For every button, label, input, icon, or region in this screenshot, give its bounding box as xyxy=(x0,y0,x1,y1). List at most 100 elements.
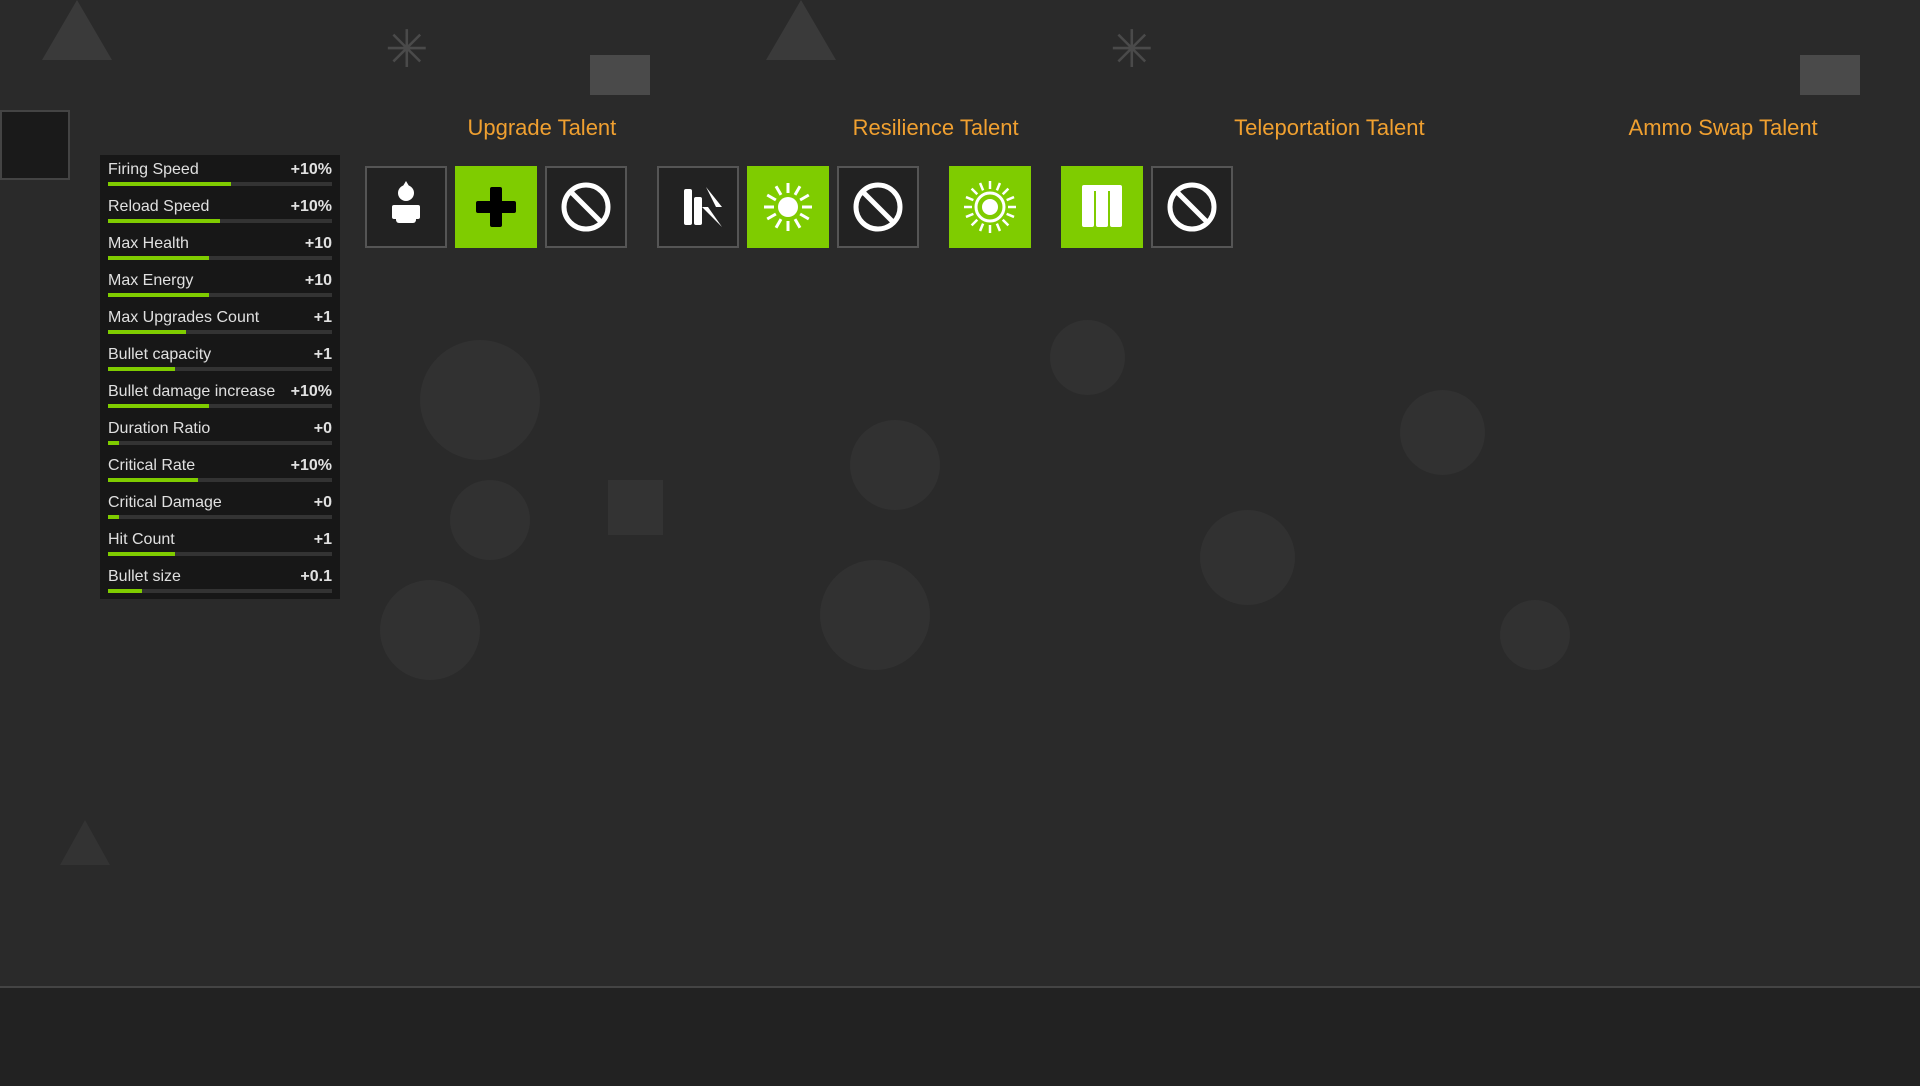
stat-name: Bullet size xyxy=(108,568,181,586)
stat-bar-container xyxy=(108,330,332,334)
circle-deco xyxy=(1050,320,1125,395)
stat-item-max-health[interactable]: Max Health +10 xyxy=(100,229,340,266)
stat-row: Critical Rate +10% xyxy=(108,457,332,475)
circle-deco xyxy=(420,340,540,460)
circle-deco xyxy=(820,560,930,670)
header xyxy=(0,0,1920,28)
circle-deco xyxy=(850,420,940,510)
stat-bar xyxy=(108,219,220,223)
stat-value: +10 xyxy=(305,272,332,290)
stat-bar xyxy=(108,552,175,556)
stat-bar xyxy=(108,256,209,260)
stat-row: Bullet size +0.1 xyxy=(108,568,332,586)
stat-name: Max Health xyxy=(108,235,189,253)
circle-deco xyxy=(450,480,530,560)
stat-bar-container xyxy=(108,404,332,408)
talent-icon-upgrade-player[interactable] xyxy=(365,166,447,248)
stat-bar xyxy=(108,589,142,593)
talent-tab-upgrade[interactable]: Upgrade Talent xyxy=(345,100,739,156)
stat-bar-container xyxy=(108,441,332,445)
stat-name: Max Energy xyxy=(108,272,193,290)
stat-name: Bullet damage increase xyxy=(108,383,275,401)
stat-row: Reload Speed +10% xyxy=(108,198,332,216)
circle-deco xyxy=(1200,510,1295,605)
stat-row: Max Upgrades Count +1 xyxy=(108,309,332,327)
circle-deco xyxy=(380,580,480,680)
stat-bar xyxy=(108,293,209,297)
stat-value: +10 xyxy=(305,235,332,253)
stat-value: +1 xyxy=(314,309,332,327)
talent-icon-resilience-burst[interactable] xyxy=(747,166,829,248)
stat-bar-container xyxy=(108,589,332,593)
stat-item-hit-count[interactable]: Hit Count +1 xyxy=(100,525,340,562)
stat-row: Max Health +10 xyxy=(108,235,332,253)
stat-name: Firing Speed xyxy=(108,161,199,179)
bottom-bar xyxy=(0,986,1920,1086)
stat-value: +10% xyxy=(291,457,332,475)
talent-group-resilience xyxy=(657,166,919,248)
circle-deco xyxy=(1400,390,1485,475)
stat-value: +0.1 xyxy=(300,568,332,586)
talent-icon-upgrade-block[interactable] xyxy=(545,166,627,248)
talent-icon-teleport-burst[interactable] xyxy=(949,166,1031,248)
stat-item-critical-rate[interactable]: Critical Rate +10% xyxy=(100,451,340,488)
talent-icon-resilience-charge[interactable] xyxy=(657,166,739,248)
talent-icon-ammo-block[interactable] xyxy=(1151,166,1233,248)
stat-bar xyxy=(108,515,119,519)
stat-bar-container xyxy=(108,478,332,482)
stat-value: +1 xyxy=(314,346,332,364)
talent-group-ammo_swap xyxy=(1061,166,1233,248)
talent-icon-ammo-mag[interactable] xyxy=(1061,166,1143,248)
stat-name: Duration Ratio xyxy=(108,420,210,438)
stat-value: +10% xyxy=(291,161,332,179)
stat-item-max-energy[interactable]: Max Energy +10 xyxy=(100,266,340,303)
back-button[interactable] xyxy=(0,110,70,180)
stat-bar xyxy=(108,478,198,482)
stat-name: Hit Count xyxy=(108,531,175,549)
rect-deco xyxy=(1800,55,1860,95)
stat-item-duration-ratio[interactable]: Duration Ratio +0 xyxy=(100,414,340,451)
stat-item-max-upgrades-count[interactable]: Max Upgrades Count +1 xyxy=(100,303,340,340)
stat-row: Duration Ratio +0 xyxy=(108,420,332,438)
rect-deco xyxy=(590,55,650,95)
stat-item-reload-speed[interactable]: Reload Speed +10% xyxy=(100,192,340,229)
stat-bar xyxy=(108,441,119,445)
stat-bar-container xyxy=(108,256,332,260)
stat-bar-container xyxy=(108,367,332,371)
talent-tabs: Upgrade TalentResilience TalentTeleporta… xyxy=(345,100,1920,156)
stat-bar xyxy=(108,367,175,371)
stat-row: Max Energy +10 xyxy=(108,272,332,290)
stat-item-bullet-damage-increase[interactable]: Bullet damage increase +10% xyxy=(100,377,340,414)
stat-value: +1 xyxy=(314,531,332,549)
star-deco: ✳ xyxy=(385,20,429,80)
stat-row: Bullet damage increase +10% xyxy=(108,383,332,401)
stat-item-bullet-capacity[interactable]: Bullet capacity +1 xyxy=(100,340,340,377)
talent-icon-upgrade-green[interactable] xyxy=(455,166,537,248)
talent-icons-row xyxy=(345,156,1920,258)
talent-tab-teleportation[interactable]: Teleportation Talent xyxy=(1133,100,1527,156)
stat-value: +0 xyxy=(314,420,332,438)
stat-list: Firing Speed +10% Reload Speed +10% Max … xyxy=(100,155,340,599)
stat-value: +10% xyxy=(291,383,332,401)
stat-bar-container xyxy=(108,182,332,186)
stat-row: Bullet capacity +1 xyxy=(108,346,332,364)
stat-item-critical-damage[interactable]: Critical Damage +0 xyxy=(100,488,340,525)
stat-name: Critical Damage xyxy=(108,494,222,512)
stat-item-bullet-size[interactable]: Bullet size +0.1 xyxy=(100,562,340,599)
stat-item-firing-speed[interactable]: Firing Speed +10% xyxy=(100,155,340,192)
talent-tab-ammo_swap[interactable]: Ammo Swap Talent xyxy=(1526,100,1920,156)
stat-row: Hit Count +1 xyxy=(108,531,332,549)
talent-group-upgrade xyxy=(365,166,627,248)
star-deco: ✳ xyxy=(1110,20,1154,80)
stat-row: Firing Speed +10% xyxy=(108,161,332,179)
talent-group-teleportation xyxy=(949,166,1031,248)
stat-bar xyxy=(108,330,186,334)
stat-bar-container xyxy=(108,515,332,519)
talent-icon-resilience-block[interactable] xyxy=(837,166,919,248)
stat-bar-container xyxy=(108,552,332,556)
stat-row: Critical Damage +0 xyxy=(108,494,332,512)
stat-name: Max Upgrades Count xyxy=(108,309,259,327)
stat-bar-container xyxy=(108,293,332,297)
stat-value: +10% xyxy=(291,198,332,216)
talent-tab-resilience[interactable]: Resilience Talent xyxy=(739,100,1133,156)
